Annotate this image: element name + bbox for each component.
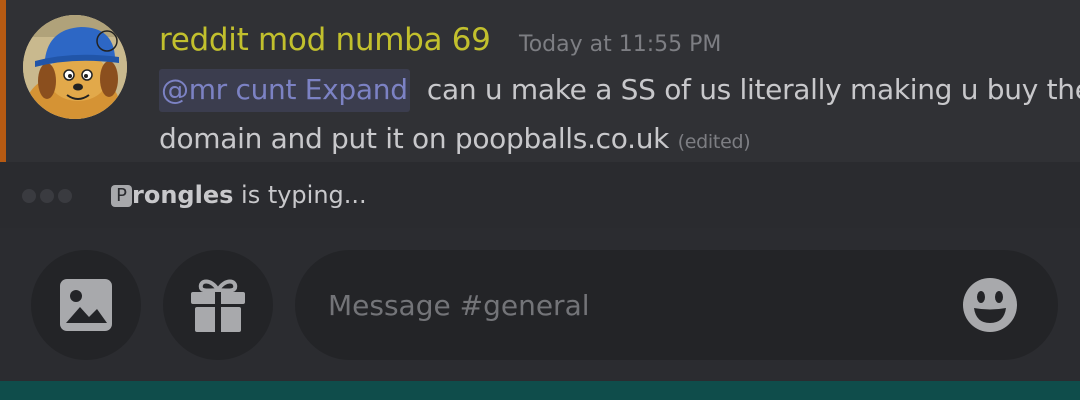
message-text-2: domain and put it on poopballs.co.uk xyxy=(159,122,670,155)
typing-suffix: is typing... xyxy=(233,181,367,209)
emoji-button[interactable] xyxy=(962,277,1018,333)
gift-icon xyxy=(191,279,245,332)
gift-button[interactable] xyxy=(163,250,273,360)
message-text-1: can u make a SS of us literally making u… xyxy=(426,73,1080,106)
user-mention[interactable]: @mr cunt Expand xyxy=(159,69,410,112)
edited-label: (edited) xyxy=(677,131,751,153)
author-avatar[interactable] xyxy=(23,15,127,119)
image-icon xyxy=(60,279,112,331)
navigation-bar-strip xyxy=(0,381,1080,400)
message-input[interactable] xyxy=(328,280,928,330)
message-content-line-2: domain and put it on poopballs.co.uk (ed… xyxy=(159,122,751,155)
chat-message: reddit mod numba 69 Today at 11:55 PM @m… xyxy=(0,0,1080,162)
mention-highlight-bar xyxy=(0,0,6,162)
typing-dots-icon xyxy=(22,188,76,207)
message-timestamp: Today at 11:55 PM xyxy=(519,32,722,57)
emoji-icon xyxy=(963,278,1017,332)
typing-indicator: Prongles is typing... xyxy=(111,181,367,209)
attach-image-button[interactable] xyxy=(31,250,141,360)
message-content-line-1: @mr cunt Expand can u make a SS of us li… xyxy=(159,69,1080,112)
typing-user-name: rongles xyxy=(132,181,234,209)
dog-avatar-image xyxy=(23,15,127,119)
author-name[interactable]: reddit mod numba 69 xyxy=(159,22,491,58)
typing-user-avatar: P xyxy=(111,185,132,207)
message-input-container xyxy=(295,250,1058,360)
